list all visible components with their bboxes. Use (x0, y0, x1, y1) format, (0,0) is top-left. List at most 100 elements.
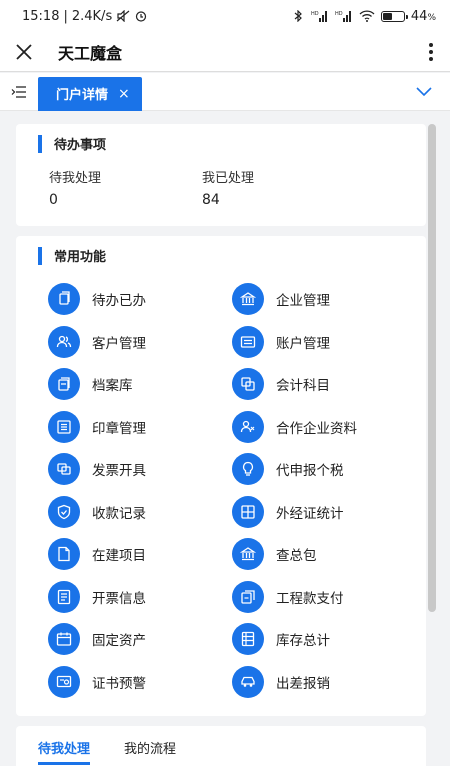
function-item[interactable]: 客户管理 (48, 325, 232, 359)
battery-level: 44 (410, 8, 428, 24)
function-label: 工程款支付 (276, 590, 344, 607)
function-label: 账户管理 (276, 335, 330, 352)
section-marker (38, 246, 42, 265)
function-item[interactable]: 代申报个税 (232, 453, 416, 486)
document-copy-icon (48, 283, 80, 316)
functions-title: 常用功能 (54, 250, 107, 265)
file-icon (48, 538, 80, 571)
calendar-icon (48, 623, 80, 656)
tabs-expand-button[interactable] (416, 82, 432, 101)
function-label: 外经证统计 (276, 505, 344, 522)
function-item[interactable]: 收款记录 (48, 495, 232, 529)
function-label: 档案库 (92, 378, 133, 395)
bluetooth-icon (294, 10, 302, 22)
scrollbar[interactable] (428, 124, 436, 612)
bank-icon (232, 283, 264, 316)
payment-icon (232, 580, 264, 613)
function-label: 发票开具 (92, 463, 146, 480)
status-time: 15:18 (22, 8, 60, 24)
shield-check-icon (48, 495, 80, 528)
function-item[interactable]: 待办已办 (48, 283, 232, 316)
mute-icon (116, 10, 130, 22)
function-item[interactable]: 合作企业资料 (232, 410, 416, 444)
invoice-icon (48, 453, 80, 486)
partner-icon (232, 410, 264, 443)
function-label: 代申报个税 (276, 463, 344, 480)
menu-toggle-button[interactable] (0, 85, 38, 99)
archive-icon (48, 368, 80, 401)
function-item[interactable]: 出差报销 (232, 665, 416, 699)
close-icon (16, 43, 32, 60)
function-item[interactable]: 印章管理 (48, 410, 232, 444)
app-title: 天工魔盒 (58, 43, 123, 63)
tab-portal-details[interactable]: 门户详情 × (38, 76, 142, 111)
function-label: 待办已办 (92, 293, 146, 310)
lightbulb-icon (232, 453, 264, 486)
layers-icon (232, 368, 264, 401)
bank-icon (232, 538, 264, 571)
section-marker (38, 134, 42, 153)
receipt-icon (48, 580, 80, 613)
function-item[interactable]: 开票信息 (48, 580, 232, 614)
function-label: 合作企业资料 (276, 420, 357, 437)
function-item[interactable]: 在建项目 (48, 538, 232, 571)
certificate-icon (48, 665, 80, 698)
close-button[interactable] (12, 40, 36, 64)
tab-pending-mine[interactable]: 待我处理 (38, 738, 91, 765)
svg-text:HD: HD (335, 11, 343, 17)
svg-text:HD: HD (311, 11, 319, 17)
todo-card: 待办事项 待我处理 0 我已处理 84 (16, 124, 426, 226)
function-item[interactable]: 查总包 (232, 538, 416, 571)
tab-close-icon[interactable]: × (118, 86, 130, 102)
function-item[interactable]: 证书预警 (48, 665, 232, 699)
stat-processed[interactable]: 我已处理 84 (202, 167, 355, 208)
alarm-icon (136, 11, 147, 22)
function-label: 企业管理 (276, 293, 330, 310)
more-vertical-icon (429, 42, 433, 47)
function-item[interactable]: 会计科目 (232, 368, 416, 401)
function-label: 印章管理 (92, 420, 146, 437)
function-label: 开票信息 (92, 590, 146, 607)
tab-my-process[interactable]: 我的流程 (124, 738, 176, 763)
function-label: 固定资产 (92, 633, 146, 650)
function-item[interactable]: 库存总计 (232, 623, 416, 656)
status-bar: 15:18 | 2.4K/s HD HD 44% (0, 0, 450, 32)
app-bar: 天工魔盒 (0, 32, 450, 72)
indent-menu-icon (11, 85, 26, 98)
function-label: 查总包 (276, 548, 317, 565)
network-speed: 2.4K/s (71, 8, 113, 24)
signal-icon: HD (335, 11, 351, 22)
account-icon (232, 325, 264, 358)
function-label: 证书预警 (92, 675, 146, 692)
function-item[interactable]: 档案库 (48, 368, 232, 401)
function-label: 收款记录 (92, 505, 146, 522)
function-item[interactable]: 账户管理 (232, 325, 416, 359)
function-item[interactable]: 工程款支付 (232, 580, 416, 614)
function-item[interactable]: 发票开具 (48, 453, 232, 486)
function-label: 会计科目 (276, 378, 330, 395)
function-item[interactable]: 企业管理 (232, 283, 416, 316)
function-item[interactable]: 外经证统计 (232, 495, 416, 529)
tab-label: 门户详情 (56, 88, 109, 103)
chevron-down-icon (416, 87, 432, 97)
stat-pending-mine[interactable]: 待我处理 0 (49, 167, 202, 208)
battery-icon (380, 10, 408, 22)
signal-icon: HD (311, 11, 327, 22)
function-label: 客户管理 (92, 335, 146, 352)
bottom-tabs: 待我处理 我的流程 (16, 726, 426, 766)
common-functions-card: 常用功能 待办已办 企业管理客户管理 账户管理档案库 会计科目印章管理 合作企业资料发票… (16, 236, 426, 716)
car-icon (232, 665, 264, 698)
todo-title: 待办事项 (54, 138, 107, 153)
function-label: 库存总计 (276, 633, 330, 650)
stamp-icon (48, 410, 80, 443)
function-item[interactable]: 固定资产 (48, 623, 232, 656)
users-icon (48, 325, 80, 358)
function-label: 出差报销 (276, 675, 330, 692)
more-menu-button[interactable] (424, 42, 438, 61)
wifi-icon (359, 10, 375, 22)
list-icon (232, 623, 264, 656)
function-grid: 待办已办 企业管理客户管理 账户管理档案库 会计科目印章管理 合作企业资料发票开具 代申报… (16, 275, 426, 698)
function-label: 在建项目 (92, 548, 146, 565)
grid-icon (232, 495, 264, 528)
tab-strip: 门户详情 × (0, 73, 450, 111)
